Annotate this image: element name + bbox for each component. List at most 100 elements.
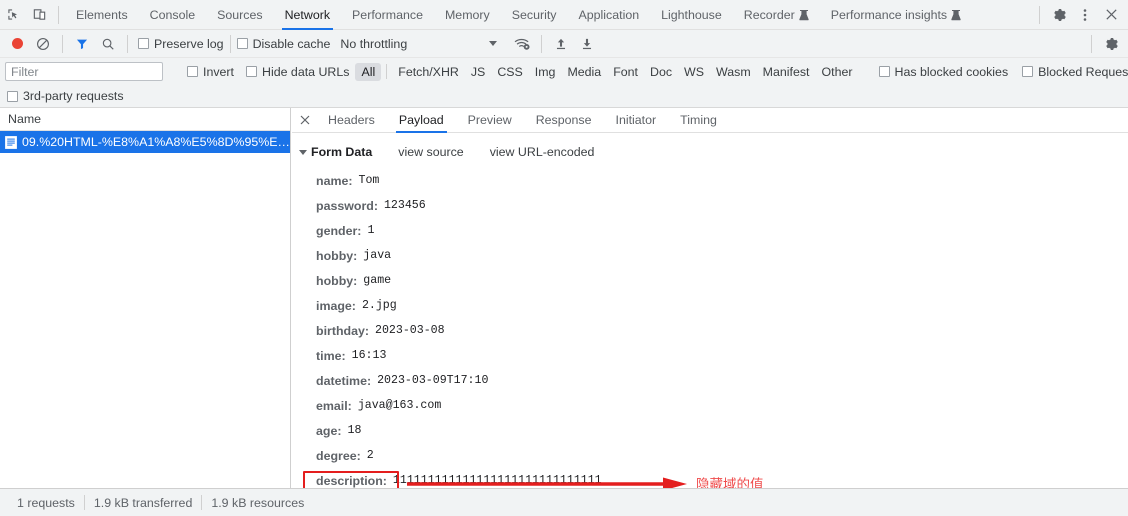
upload-har-icon[interactable]	[548, 31, 574, 57]
tab-performance[interactable]: Performance	[341, 0, 434, 30]
filter-type-wasm[interactable]: Wasm	[710, 63, 757, 81]
filter-type-fetch-xhr[interactable]: Fetch/XHR	[392, 63, 465, 81]
tab-performance-insights[interactable]: Performance insights	[820, 0, 972, 30]
form-data-row[interactable]: image: 2.jpg	[292, 293, 1128, 318]
filter-type-all[interactable]: All	[355, 62, 382, 81]
form-data-key: image:	[316, 298, 356, 313]
form-data-row[interactable]: age: 18	[292, 418, 1128, 443]
tab-console[interactable]: Console	[139, 0, 206, 30]
clear-icon[interactable]	[30, 31, 56, 57]
kebab-menu-icon[interactable]	[1072, 2, 1098, 28]
column-header-name: Name	[0, 108, 290, 131]
form-data-value: 123456	[383, 199, 426, 212]
search-input[interactable]	[5, 62, 163, 81]
form-data-row[interactable]: gender: 1	[292, 218, 1128, 243]
filter-type-label: Wasm	[716, 64, 751, 79]
tab-initiator[interactable]: Initiator	[604, 108, 669, 133]
record-button-icon[interactable]	[4, 31, 30, 57]
filter-type-css[interactable]: CSS	[491, 63, 528, 81]
form-data-key: name:	[316, 173, 353, 188]
view-source-link[interactable]: view source	[398, 145, 463, 159]
toolbar-divider	[127, 34, 128, 53]
filter-bar: Invert Hide data URLs All Fetch/XHR JS C…	[0, 58, 1128, 85]
tab-preview[interactable]: Preview	[456, 108, 524, 133]
status-transferred: 1.9 kB transferred	[93, 495, 193, 510]
filter-type-other[interactable]: Other	[816, 63, 859, 81]
filter-type-doc[interactable]: Doc	[644, 63, 678, 81]
form-data-key: datetime:	[316, 373, 372, 388]
filter-type-js[interactable]: JS	[465, 63, 491, 81]
blocked-requests-checkbox[interactable]: Blocked Requests	[1022, 65, 1128, 79]
form-data-row[interactable]: birthday: 2023-03-08	[292, 318, 1128, 343]
inspect-cursor-icon[interactable]	[0, 2, 26, 28]
tab-sources[interactable]: Sources	[206, 0, 273, 30]
blocked-requests-label: Blocked Requests	[1038, 64, 1128, 79]
form-data-row[interactable]: time: 16:13	[292, 343, 1128, 368]
close-icon[interactable]	[294, 108, 316, 133]
form-data-value: 18	[347, 424, 362, 437]
request-list-item[interactable]: 09.%20HTML-%E8%A1%A8%E5%8D%95%E9%...	[0, 131, 290, 153]
filter-type-font[interactable]: Font	[607, 63, 644, 81]
tab-network[interactable]: Network	[274, 0, 341, 30]
has-blocked-cookies-checkbox[interactable]: Has blocked cookies	[878, 65, 1008, 79]
form-data-section-header[interactable]: Form Data view source view URL-encoded	[292, 142, 1128, 162]
filter-type-label: JS	[470, 64, 486, 79]
throttling-caret-wrap[interactable]	[489, 41, 498, 46]
tab-memory[interactable]: Memory	[434, 0, 501, 30]
form-data-row[interactable]: name: Tom	[292, 168, 1128, 193]
tab-security[interactable]: Security	[501, 0, 568, 30]
checkbox-box	[7, 90, 18, 102]
device-toolbar-icon[interactable]	[26, 2, 52, 28]
tab-elements[interactable]: Elements	[65, 0, 139, 30]
tab-headers[interactable]: Headers	[316, 108, 387, 133]
checkbox-box	[1022, 66, 1034, 77]
payload-content: Form Data view source view URL-encoded n…	[292, 133, 1128, 516]
form-data-row[interactable]: password: 123456	[292, 193, 1128, 218]
close-icon[interactable]	[1098, 2, 1124, 28]
form-data-value: 2.jpg	[361, 299, 397, 312]
filter-type-label: Media	[567, 64, 602, 79]
filter-funnel-icon[interactable]	[69, 31, 95, 57]
hide-data-urls-checkbox[interactable]: Hide data URLs	[246, 65, 349, 79]
invert-checkbox[interactable]: Invert	[187, 65, 234, 79]
search-icon[interactable]	[95, 31, 121, 57]
filter-type-media[interactable]: Media	[561, 63, 607, 81]
preserve-log-checkbox[interactable]: Preserve log	[138, 37, 224, 51]
form-data-value: java	[363, 249, 392, 262]
invert-label: Invert	[203, 64, 234, 79]
filter-type-img[interactable]: Img	[529, 63, 562, 81]
throttling-select[interactable]: No throttling	[340, 37, 407, 51]
gear-icon[interactable]	[1098, 31, 1124, 57]
form-data-row[interactable]: email: java@163.com	[292, 393, 1128, 418]
tab-label: Performance	[352, 7, 423, 22]
form-data-row[interactable]: degree: 2	[292, 443, 1128, 468]
form-data-row[interactable]: datetime: 2023-03-09T17:10	[292, 368, 1128, 393]
tab-response[interactable]: Response	[524, 108, 604, 133]
disable-cache-checkbox[interactable]: Disable cache	[236, 37, 330, 51]
tab-label: Sources	[217, 7, 263, 22]
form-data-value: Tom	[358, 174, 380, 187]
form-data-row[interactable]: hobby: java	[292, 243, 1128, 268]
filter-type-ws[interactable]: WS	[678, 63, 710, 81]
filter-type-label: Manifest	[762, 64, 810, 79]
form-data-row[interactable]: hobby: game	[292, 268, 1128, 293]
toolbar-divider	[58, 5, 59, 24]
tab-lighthouse[interactable]: Lighthouse	[650, 0, 733, 30]
gear-icon[interactable]	[1046, 2, 1072, 28]
filter-type-manifest[interactable]: Manifest	[757, 63, 816, 81]
tab-recorder[interactable]: Recorder	[733, 0, 820, 30]
hide-data-urls-label: Hide data URLs	[262, 64, 350, 79]
download-har-icon[interactable]	[574, 31, 600, 57]
view-url-encoded-link[interactable]: view URL-encoded	[490, 145, 595, 159]
filter-type-label: All	[361, 64, 376, 79]
wifi-settings-icon[interactable]	[509, 31, 535, 57]
form-data-value: 2023-03-08	[375, 324, 445, 337]
third-party-requests-checkbox[interactable]: 3rd-party requests	[7, 89, 124, 103]
form-data-key: age:	[316, 423, 342, 438]
tab-label: Performance insights	[830, 7, 948, 22]
tab-payload[interactable]: Payload	[387, 108, 456, 133]
request-detail-panel: Headers Payload Preview Response Initiat…	[292, 108, 1128, 513]
tab-timing[interactable]: Timing	[668, 108, 729, 133]
tab-application[interactable]: Application	[568, 0, 651, 30]
detail-tab-label: Timing	[680, 113, 717, 127]
